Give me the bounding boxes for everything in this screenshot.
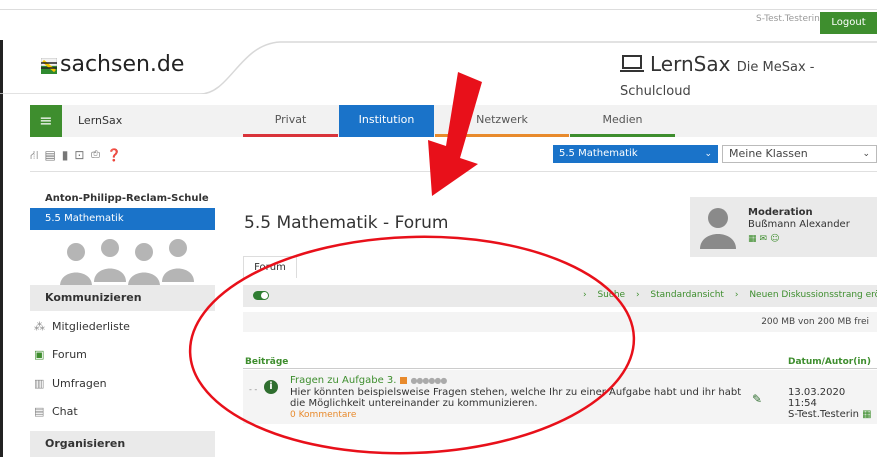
contact-card-icon[interactable]: ▦ xyxy=(748,234,760,244)
toolbar-icons: ⛙▤▮⊡⎙❓ xyxy=(30,148,127,164)
login-icon[interactable]: ⊡ xyxy=(74,148,90,162)
post-title[interactable]: Fragen zu Aufgabe 3. ●●●●●● xyxy=(290,375,447,386)
post-author[interactable]: S-Test.Testerin ▦ xyxy=(788,409,877,420)
members-icon: ⁂ xyxy=(34,320,45,333)
table-divider xyxy=(243,368,877,369)
course-select[interactable]: 5.5 Mathematik ⌄ xyxy=(553,145,718,163)
tab-privat[interactable]: Privat xyxy=(243,105,338,137)
bookmark-icon[interactable]: ▮ xyxy=(62,148,75,162)
sidebar-item-course[interactable]: 5.5 Mathematik xyxy=(30,208,215,230)
class-select[interactable]: Meine Klassen ⌄ xyxy=(722,145,877,163)
tab-medien[interactable]: Medien xyxy=(570,105,675,137)
print-icon[interactable]: ⎙ xyxy=(90,148,106,162)
section-kommunizieren: Kommunizieren xyxy=(30,285,215,311)
new-badge-icon xyxy=(400,376,408,384)
sidebar-item-umfragen[interactable]: ▥ Umfragen xyxy=(30,370,215,398)
section-organisieren: Organisieren xyxy=(30,431,215,457)
notes-icon[interactable]: ▤ xyxy=(44,148,61,162)
poll-icon: ▥ xyxy=(34,377,45,390)
expand-toggle[interactable]: - - xyxy=(249,385,257,394)
edit-pencil-icon[interactable]: ✎ xyxy=(752,392,762,406)
post-date: 13.03.2020 11:54 xyxy=(788,387,846,409)
link-suche[interactable]: › Suche xyxy=(583,290,625,300)
logout-button[interactable]: Logout xyxy=(820,12,877,34)
tab-forum[interactable]: Forum xyxy=(243,256,297,278)
column-header-date[interactable]: Datum/Autor(in) xyxy=(788,357,871,367)
left-border xyxy=(0,40,3,457)
school-name[interactable]: Anton-Philipp-Reclam-Schule xyxy=(45,193,209,204)
comments-link[interactable]: 0 Kommentare xyxy=(290,410,356,420)
current-user: S-Test.Testerin xyxy=(756,14,820,24)
contact-card-icon[interactable]: ▦ xyxy=(862,409,871,420)
top-divider xyxy=(0,9,877,10)
toolbar-links: › Suche › Standardansicht › Neuen Diskus… xyxy=(575,290,877,300)
sachsen-logo[interactable]: sachsen.de xyxy=(41,52,184,77)
link-standardansicht[interactable]: › Standardansicht xyxy=(636,290,724,300)
menu-label: LernSax xyxy=(78,114,123,127)
tab-institution[interactable]: Institution xyxy=(339,105,434,137)
status-icon[interactable]: ☺ xyxy=(770,234,782,244)
menu-icon[interactable]: ≡ xyxy=(30,105,62,137)
post-body: Hier könnten beispielsweise Fragen stehe… xyxy=(290,387,742,409)
laptop-icon xyxy=(620,55,644,72)
moderator-actions: ▦✉☺ xyxy=(748,234,782,244)
sidebar-item-forum[interactable]: ▣ Forum xyxy=(30,341,215,369)
chat-icon: ▤ xyxy=(34,405,45,418)
chevron-down-icon: ⌄ xyxy=(704,149,712,159)
sidebar-item-chat[interactable]: ▤ Chat xyxy=(30,398,215,426)
page-title: 5.5 Mathematik - Forum xyxy=(244,213,449,233)
moderation-label: Moderation xyxy=(748,207,813,218)
chevron-down-icon: ⌄ xyxy=(862,149,870,159)
moderator-name[interactable]: Bußmann Alexander xyxy=(748,219,850,230)
tab-netzwerk[interactable]: Netzwerk xyxy=(435,105,569,137)
post-meta: 13.03.2020 11:54 S-Test.Testerin ▦ xyxy=(788,387,877,420)
forum-icon: ▣ xyxy=(34,348,45,361)
link-neuer-strang[interactable]: › Neuen Diskussionsstrang eröffnen xyxy=(735,290,877,300)
sachsen-flag-icon xyxy=(41,58,57,74)
moderator-avatar-icon xyxy=(700,208,736,249)
mail-icon[interactable]: ✉ xyxy=(760,234,771,244)
info-icon[interactable]: i xyxy=(264,380,278,394)
toggle-switch[interactable] xyxy=(253,291,269,300)
storage-quota: 200 MB von 200 MB frei xyxy=(243,312,877,332)
help-icon[interactable]: ❓ xyxy=(107,148,128,162)
sitemap-icon[interactable]: ⛙ xyxy=(30,148,44,162)
column-header-posts[interactable]: Beiträge xyxy=(245,357,288,367)
sidebar-item-mitgliederliste[interactable]: ⁂ Mitgliederliste xyxy=(30,313,215,341)
divider xyxy=(30,171,877,172)
lernsax-logo[interactable]: LernSax Die MeSax - Schulcloud xyxy=(620,52,877,100)
rating-dots-icon: ●●●●●● xyxy=(410,376,447,385)
group-avatar-icon xyxy=(60,239,194,286)
